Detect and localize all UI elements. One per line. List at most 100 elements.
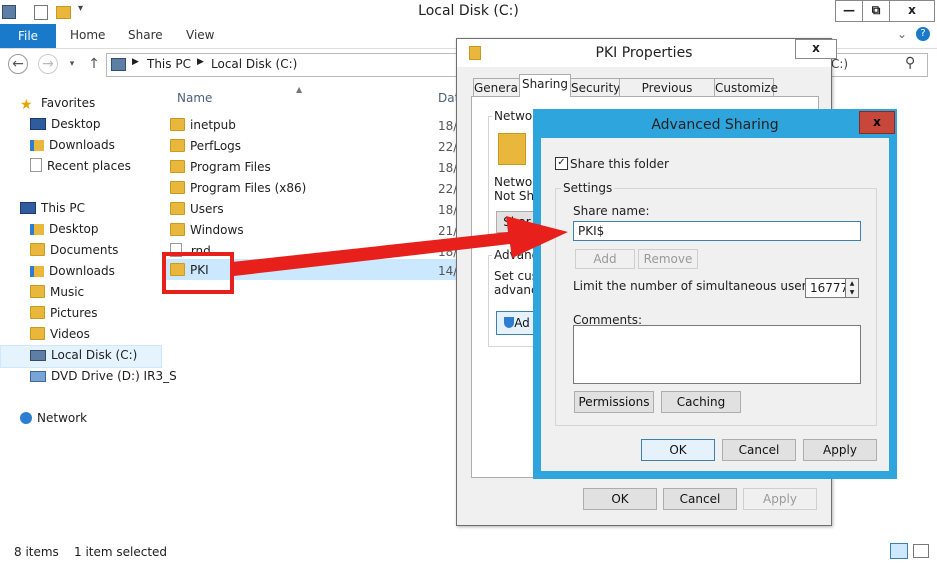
music-icon — [30, 285, 45, 298]
recent-dropdown-icon[interactable]: ▾ — [62, 54, 82, 74]
nav-pc-pictures[interactable]: Pictures — [30, 303, 98, 323]
up-button[interactable]: ↑ — [84, 54, 104, 74]
local-disk-icon — [30, 350, 46, 361]
share-name-label: Share name: — [573, 204, 650, 218]
caching-button[interactable]: Caching — [661, 391, 741, 413]
column-name[interactable]: Name — [177, 91, 212, 105]
folder-icon — [170, 160, 185, 173]
nav-pc-videos[interactable]: Videos — [30, 324, 90, 344]
pki-close-button[interactable]: x — [795, 39, 837, 59]
file-row[interactable]: PerfLogs — [170, 136, 241, 157]
permissions-button[interactable]: Permissions — [574, 391, 654, 413]
remove-button[interactable]: Remove — [638, 249, 698, 269]
pki-apply-button[interactable]: Apply — [743, 488, 817, 510]
date-cell: 18/ — [438, 203, 458, 217]
nav-pc-desktop[interactable]: Desktop — [30, 219, 99, 239]
advanced-sharing-button[interactable]: Ad — [496, 311, 538, 335]
file-row[interactable]: Program Files — [170, 157, 271, 178]
tab-security[interactable]: Security — [570, 78, 620, 97]
file-row[interactable]: Windows — [170, 220, 244, 241]
advanced-sharing-label: Ad — [514, 316, 530, 330]
ribbon-expand-icon[interactable]: ⌄ — [897, 27, 907, 41]
file-row[interactable]: .rnd — [170, 241, 211, 262]
advanced-apply-button[interactable]: Apply — [803, 439, 877, 461]
share-folder-checkbox[interactable]: ✓ — [555, 157, 568, 170]
breadcrumb-separator-icon[interactable]: ▶ — [132, 57, 139, 67]
star-icon: ★ — [20, 97, 33, 113]
nav-fav-desktop[interactable]: Desktop — [30, 114, 101, 134]
large-icons-view-icon[interactable] — [913, 544, 929, 558]
minimize-button[interactable]: — — [835, 0, 863, 22]
folder-icon — [170, 139, 185, 152]
file-row-pki[interactable]: PKI — [170, 260, 209, 281]
breadcrumb-separator-icon[interactable]: ▶ — [197, 57, 204, 67]
date-cell: 14/ — [438, 264, 458, 278]
nav-label: Downloads — [49, 264, 115, 278]
nav-this-pc[interactable]: This PC — [20, 198, 85, 218]
maximize-button[interactable]: ⧉ — [862, 0, 890, 22]
pki-properties-title: PKI Properties — [595, 45, 693, 61]
tab-customize[interactable]: Customize — [714, 78, 778, 97]
help-icon[interactable]: ? — [916, 27, 930, 41]
user-limit-label: Limit the number of simultaneous users t… — [573, 279, 833, 293]
nav-pc-downloads[interactable]: Downloads — [30, 261, 115, 281]
breadcrumb-this-pc[interactable]: This PC — [147, 57, 191, 71]
nav-fav-recent[interactable]: Recent places — [30, 156, 131, 176]
file-name: Program Files (x86) — [190, 181, 307, 195]
nav-pc-dvd[interactable]: DVD Drive (D:) IR3_S — [30, 366, 177, 386]
close-button[interactable]: x — [889, 0, 935, 22]
advanced-ok-button[interactable]: OK — [641, 439, 715, 461]
tab-view[interactable]: View — [186, 28, 214, 42]
nav-pc-music[interactable]: Music — [30, 282, 84, 302]
pki-ok-button[interactable]: OK — [583, 488, 657, 510]
nav-favorites[interactable]: ★ Favorites — [20, 93, 95, 113]
nav-label: Music — [50, 285, 85, 299]
share-name-input[interactable]: PKI$ — [573, 221, 861, 241]
desktop-icon — [30, 118, 46, 130]
share-button[interactable]: Shar — [496, 211, 538, 233]
tab-file[interactable]: File — [0, 24, 56, 48]
nav-label: Pictures — [50, 306, 98, 320]
nav-favorites-label: Favorites — [41, 96, 96, 110]
date-cell: 21/ — [438, 224, 458, 238]
nav-network[interactable]: Network — [20, 408, 87, 428]
tab-previous-versions[interactable]: Previous Versions — [619, 78, 715, 113]
tab-share[interactable]: Share — [128, 28, 163, 42]
status-bar: 8 items 1 item selected — [0, 540, 937, 565]
comments-textarea[interactable] — [573, 325, 861, 384]
add-button[interactable]: Add — [575, 249, 635, 269]
nav-label: Recent places — [47, 159, 131, 173]
address-bar[interactable]: ▶ This PC ▶ Local Disk (C:) — [106, 53, 468, 77]
file-name: PKI — [190, 263, 209, 277]
advanced-cancel-button[interactable]: Cancel — [722, 439, 796, 461]
tab-home[interactable]: Home — [70, 28, 105, 42]
file-icon — [170, 243, 182, 257]
file-name: Windows — [190, 223, 244, 237]
folder-icon — [170, 202, 185, 215]
tab-general[interactable]: General — [473, 78, 521, 97]
nav-fav-downloads[interactable]: Downloads — [30, 135, 115, 155]
nav-pc-documents[interactable]: Documents — [30, 240, 118, 260]
search-input[interactable]: C:) ⚲ — [826, 53, 928, 77]
user-limit-spinner-icon[interactable]: ▲ ▼ — [845, 278, 859, 298]
desktop-folder-icon — [30, 224, 44, 235]
documents-icon — [30, 243, 45, 256]
advanced-close-button[interactable]: x — [859, 111, 895, 134]
tab-sharing[interactable]: Sharing — [519, 74, 571, 97]
user-limit-input[interactable]: 16777 — [805, 278, 849, 298]
details-view-icon[interactable] — [890, 543, 908, 559]
search-icon[interactable]: ⚲ — [905, 55, 915, 71]
nav-pc-local-disk[interactable]: Local Disk (C:) — [30, 345, 137, 365]
file-row[interactable]: Program Files (x86) — [170, 178, 306, 199]
breadcrumb-local-disk[interactable]: Local Disk (C:) — [211, 57, 297, 71]
back-button[interactable]: ← — [8, 54, 28, 74]
advanced-sharing-body: ✓ Share this folder Settings Share name:… — [541, 138, 889, 471]
file-row[interactable]: inetpub — [170, 115, 236, 136]
file-row[interactable]: Users — [170, 199, 224, 220]
pictures-icon — [30, 306, 45, 319]
nav-label: DVD Drive (D:) IR3_S — [51, 369, 177, 383]
pki-cancel-button[interactable]: Cancel — [663, 488, 737, 510]
share-folder-label[interactable]: Share this folder — [570, 157, 669, 171]
nav-label: Local Disk (C:) — [51, 348, 138, 362]
forward-button[interactable]: → — [38, 54, 58, 74]
